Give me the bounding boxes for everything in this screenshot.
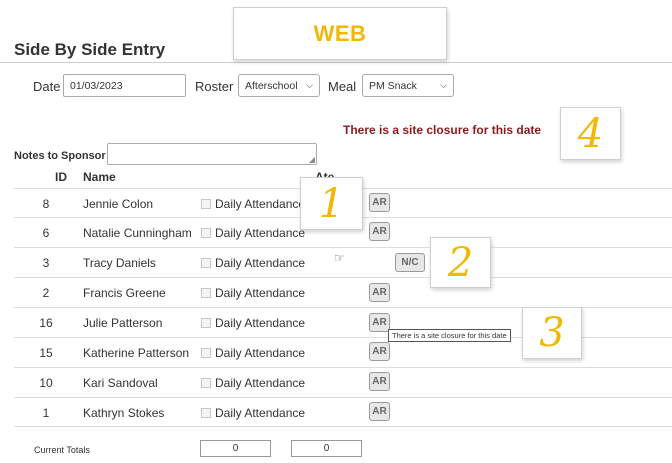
row-id: 8 (42, 196, 50, 211)
page-title: Side By Side Entry (14, 40, 166, 59)
column-header-name: Name (83, 170, 116, 184)
callout-4: 4 (560, 107, 621, 160)
ate-button[interactable]: AR (369, 402, 390, 421)
roster-value: Afterschool (245, 79, 298, 92)
web-callout: WEB (233, 7, 447, 60)
row-name: Kathryn Stokes (83, 405, 165, 420)
row-name: Katherine Patterson (83, 345, 190, 360)
meal-label: Meal (328, 79, 357, 94)
callout-3-text: 3 (539, 310, 565, 356)
checkbox-box[interactable] (201, 227, 211, 238)
ate-button[interactable]: AR (369, 222, 390, 241)
closure-tooltip: There is a site closure for this date (388, 329, 511, 342)
chevron-down-icon: ⌵ (440, 80, 447, 90)
daily-attendance-checkbox[interactable]: Daily Attendance (201, 248, 305, 277)
row-name: Kari Sandoval (83, 375, 158, 390)
daily-attendance-label: Daily Attendance (215, 405, 306, 420)
callout-4-text: 4 (577, 110, 604, 157)
row-name: Tracy Daniels (83, 255, 156, 270)
table-row: 10 Kari Sandoval Daily Attendance (14, 367, 672, 397)
row-id: 6 (42, 225, 50, 240)
row-name: Jennie Colon (83, 196, 154, 211)
chevron-down-icon: ⌵ (306, 80, 313, 90)
daily-attendance-checkbox[interactable]: Daily Attendance (201, 338, 305, 367)
roster-label: Roster (195, 79, 234, 94)
callout-1: 1 (300, 177, 363, 230)
daily-attendance-label: Daily Attendance (215, 375, 306, 390)
web-callout-text: WEB (313, 20, 367, 46)
date-input[interactable]: 01/03/2023 (63, 74, 186, 97)
date-value: 01/03/2023 (70, 79, 123, 92)
ate-button[interactable]: AR (369, 283, 390, 302)
callout-1-text: 1 (318, 180, 345, 227)
column-header-id: ID (55, 170, 67, 184)
row-id: 10 (39, 375, 53, 390)
row-id: 1 (42, 405, 50, 420)
daily-attendance-checkbox[interactable]: Daily Attendance (201, 278, 305, 307)
daily-attendance-checkbox[interactable]: Daily Attendance (201, 368, 305, 397)
daily-attendance-checkbox[interactable]: Daily Attendance (201, 398, 305, 427)
hand-cursor-icon: ☞ (334, 251, 345, 265)
checkbox-box[interactable] (201, 407, 211, 418)
ate-button[interactable]: AR (369, 342, 390, 361)
callout-2: 2 (430, 237, 491, 288)
row-id: 2 (42, 285, 50, 300)
callout-2-text: 2 (447, 239, 474, 286)
total-field-2: 0 (291, 440, 362, 457)
checkbox-box[interactable] (201, 377, 211, 388)
row-name: Natalie Cunningham (83, 225, 192, 240)
checkbox-box[interactable] (201, 347, 211, 358)
daily-attendance-label: Daily Attendance (215, 255, 306, 270)
resize-handle-icon[interactable]: ◢ (309, 155, 315, 164)
checkbox-box[interactable] (201, 198, 211, 209)
daily-attendance-label: Daily Attendance (215, 225, 306, 240)
daily-attendance-checkbox[interactable]: Daily Attendance (201, 218, 305, 247)
checkbox-box[interactable] (201, 317, 211, 328)
row-id: 16 (39, 315, 53, 330)
row-id: 3 (42, 255, 50, 270)
title-divider (0, 62, 672, 63)
current-totals-label: Current Totals (34, 445, 90, 455)
callout-3: 3 (522, 307, 582, 359)
meal-value: PM Snack (369, 79, 417, 92)
table-row: 1 Kathryn Stokes Daily Attendance (14, 397, 672, 427)
row-name: Julie Patterson (83, 315, 163, 330)
roster-select[interactable]: Afterschool ⌵ (238, 74, 320, 97)
notes-label: Notes to Sponsor (14, 150, 106, 162)
ate-button[interactable]: AR (369, 313, 390, 332)
ate-button[interactable]: AR (369, 372, 390, 391)
daily-attendance-label: Daily Attendance (215, 315, 306, 330)
table-bottom-border (14, 426, 672, 427)
row-id: 15 (39, 345, 53, 360)
ate-button[interactable]: AR (369, 193, 390, 212)
daily-attendance-label: Daily Attendance (215, 285, 306, 300)
total-field-1: 0 (200, 440, 271, 457)
meal-select[interactable]: PM Snack ⌵ (362, 74, 454, 97)
notes-to-sponsor-textarea[interactable]: ◢ (107, 143, 317, 165)
table-row: 2 Francis Greene Daily Attendance (14, 277, 672, 307)
site-closure-message: There is a site closure for this date (343, 123, 542, 137)
checkbox-box[interactable] (201, 287, 211, 298)
daily-attendance-checkbox[interactable]: Daily Attendance (201, 189, 305, 218)
checkbox-box[interactable] (201, 257, 211, 268)
ate-button[interactable]: N/C (395, 253, 425, 272)
daily-attendance-label: Daily Attendance (215, 345, 306, 360)
daily-attendance-checkbox[interactable]: Daily Attendance (201, 308, 305, 337)
daily-attendance-label: Daily Attendance (215, 196, 306, 211)
row-name: Francis Greene (83, 285, 166, 300)
date-label: Date (33, 79, 61, 94)
